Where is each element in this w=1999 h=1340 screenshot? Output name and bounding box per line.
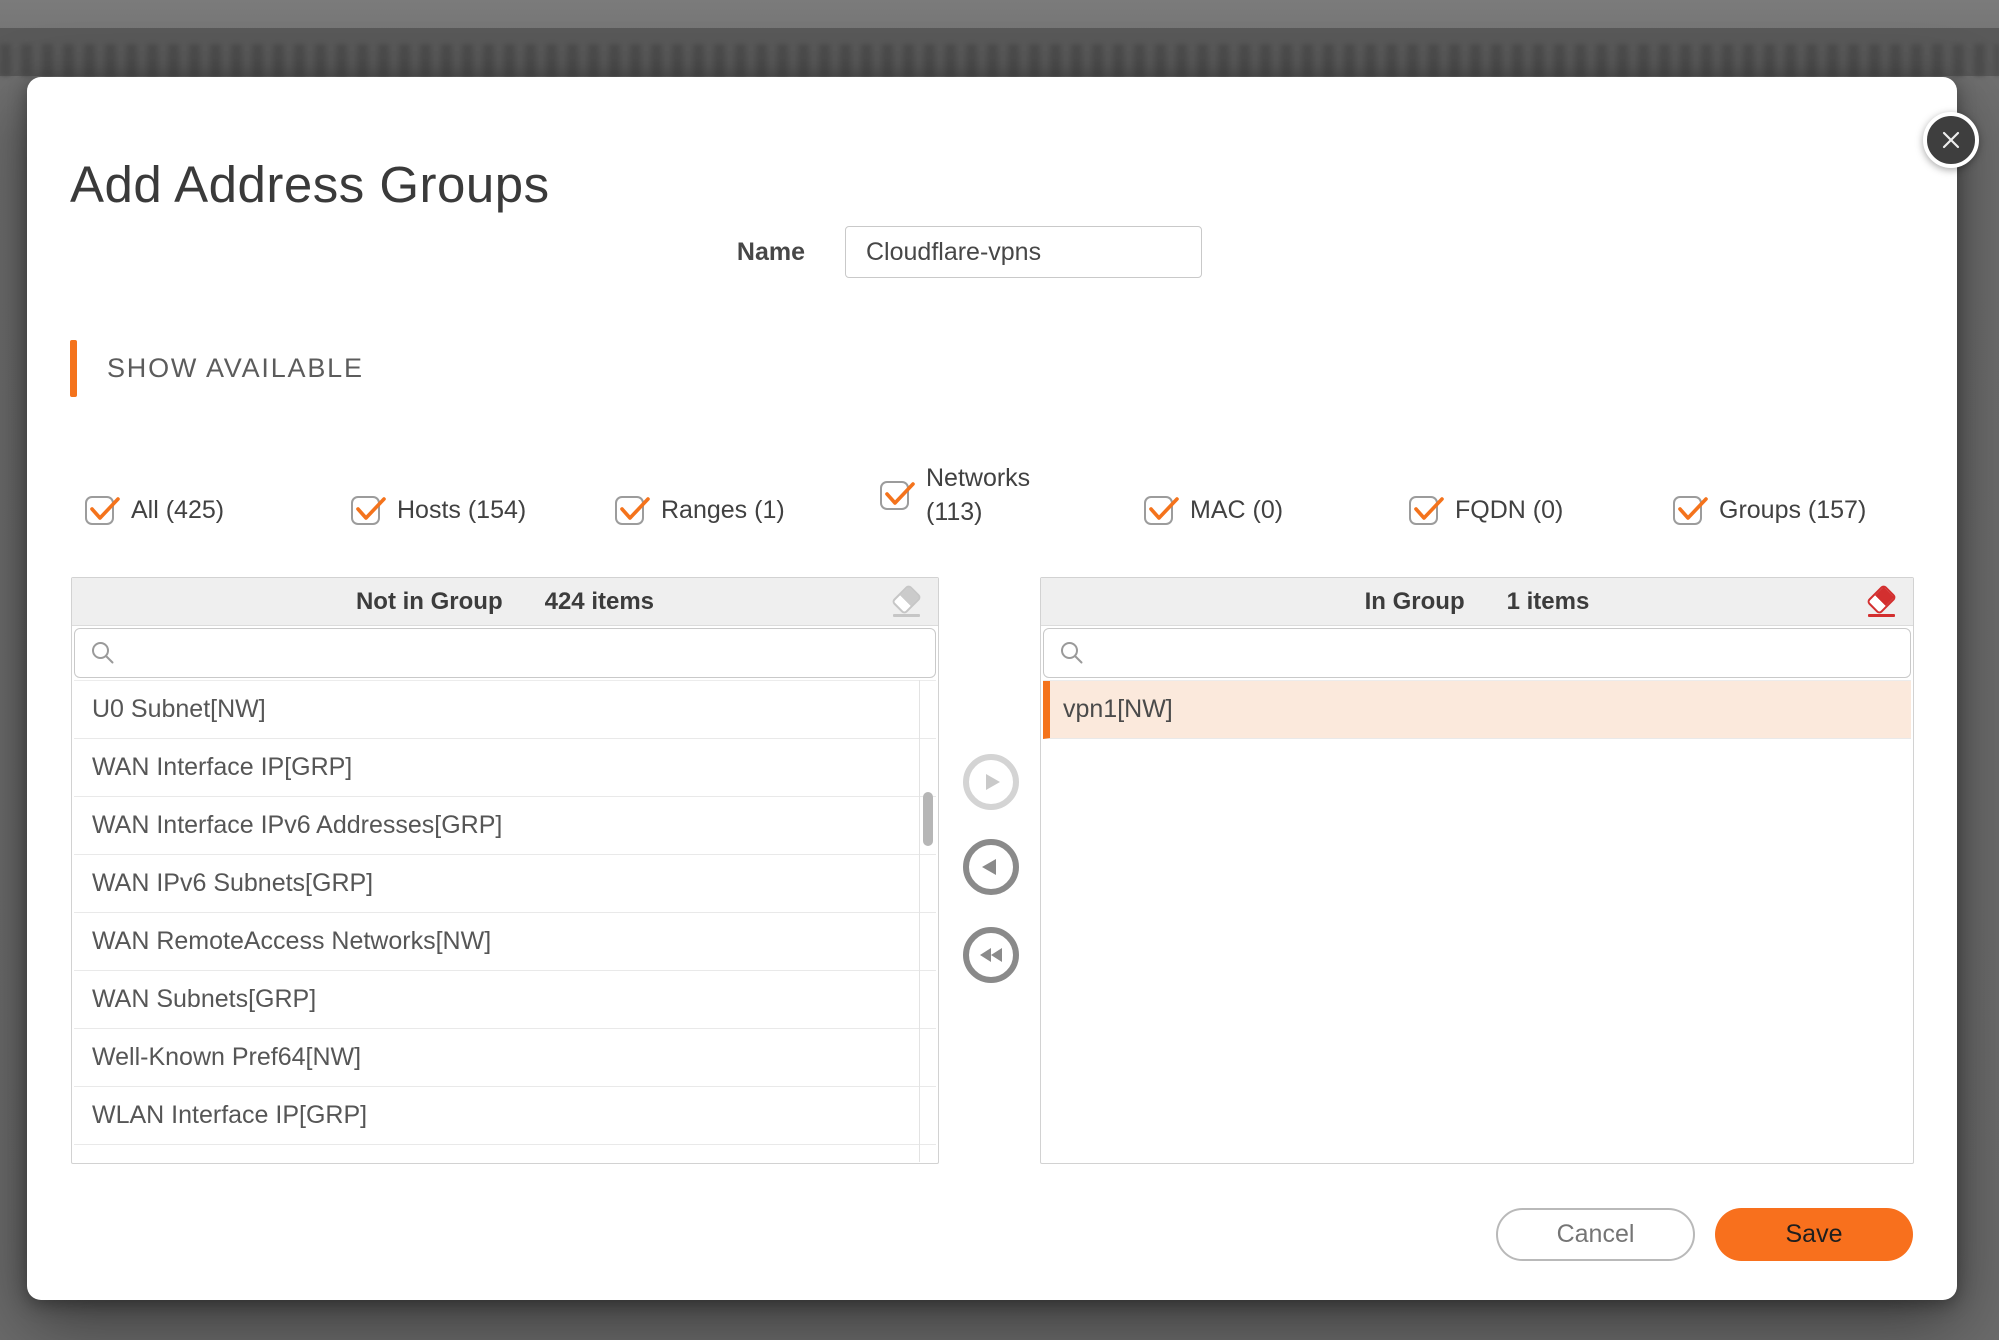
list-item-label: WAN IPv6 Subnets[GRP] <box>92 869 373 898</box>
remove-from-group-button[interactable] <box>963 839 1019 895</box>
checkbox-checked-icon[interactable] <box>1144 496 1173 525</box>
add-address-groups-dialog: Add Address Groups Name SHOW AVAILABLE A… <box>27 77 1957 1300</box>
clear-group-button[interactable] <box>1861 582 1901 622</box>
checkbox-checked-icon[interactable] <box>351 496 380 525</box>
not-in-group-header: Not in Group 424 items <box>72 578 938 626</box>
search-icon <box>1059 640 1085 666</box>
list-item[interactable]: WLAN Interface IP[GRP] <box>74 1087 936 1145</box>
check-icon <box>353 494 390 525</box>
filter-label: Networks (113) <box>926 461 1042 529</box>
checkbox-checked-icon[interactable] <box>880 481 909 510</box>
panel-title: Not in Group <box>356 588 503 616</box>
filter-label: MAC (0) <box>1190 496 1283 525</box>
check-icon <box>1675 494 1712 525</box>
panel-item-count: 424 items <box>545 588 654 616</box>
search-input[interactable] <box>74 628 936 678</box>
checkbox-checked-icon[interactable] <box>615 496 644 525</box>
check-icon <box>87 494 124 525</box>
filter-checkbox-item[interactable]: Hosts (154) <box>351 482 526 538</box>
background-blurred-tabs <box>0 44 1999 76</box>
in-group-list: vpn1[NW] <box>1043 680 1911 1162</box>
eraser-underline <box>893 614 920 617</box>
list-item[interactable]: vpn1[NW] <box>1043 681 1911 739</box>
name-label: Name <box>645 238 805 267</box>
cancel-button[interactable]: Cancel <box>1496 1208 1695 1261</box>
check-icon <box>1146 494 1183 525</box>
list-item[interactable]: WAN Interface IP[GRP] <box>74 739 936 797</box>
list-item[interactable]: WAN IPv6 Subnets[GRP] <box>74 855 936 913</box>
filter-checkbox-item[interactable]: Ranges (1) <box>615 482 785 538</box>
remove-all-from-group-button[interactable] <box>963 927 1019 983</box>
list-item[interactable]: WAN Interface IPv6 Addresses[GRP] <box>74 797 936 855</box>
move-to-group-button[interactable] <box>963 754 1019 810</box>
eraser-underline <box>1868 614 1895 617</box>
check-icon <box>617 494 654 525</box>
double-arrow-left-icon <box>977 943 1005 967</box>
checkbox-checked-icon[interactable] <box>85 496 114 525</box>
list-item-label: WAN Interface IP[GRP] <box>92 753 352 782</box>
filter-label: All (425) <box>131 496 224 525</box>
list-item[interactable]: WAN Subnets[GRP] <box>74 971 936 1029</box>
dialog-title: Add Address Groups <box>70 157 550 213</box>
save-button[interactable]: Save <box>1715 1208 1913 1261</box>
show-available-section-header: SHOW AVAILABLE <box>70 340 364 397</box>
in-group-header: In Group 1 items <box>1041 578 1913 626</box>
check-icon <box>882 479 919 510</box>
accent-bar <box>70 340 77 397</box>
list-item-label: vpn1[NW] <box>1063 695 1173 724</box>
name-input[interactable] <box>845 226 1202 278</box>
list-item[interactable]: Well-Known Pref64[NW] <box>74 1029 936 1087</box>
list-item-label: WAN Interface IPv6 Addresses[GRP] <box>92 811 502 840</box>
search-icon <box>90 640 116 666</box>
in-group-panel: In Group 1 items vpn1[NW] <box>1040 577 1914 1164</box>
filter-checkbox-item[interactable]: FQDN (0) <box>1409 482 1563 538</box>
checkbox-checked-icon[interactable] <box>1673 496 1702 525</box>
clear-selection-button[interactable] <box>886 582 926 622</box>
in-group-search <box>1043 628 1911 678</box>
not-in-group-list: U0 Subnet[NW] WAN Interface IP[GRP] WAN … <box>74 680 936 1162</box>
list-item[interactable]: U0 Subnet[NW] <box>74 681 936 739</box>
section-label: SHOW AVAILABLE <box>107 353 364 384</box>
filter-checkbox-item[interactable]: Networks (113) <box>880 449 1042 541</box>
close-button[interactable] <box>1923 112 1979 168</box>
filter-label: FQDN (0) <box>1455 496 1563 525</box>
list-item-label: U0 Subnet[NW] <box>92 695 266 724</box>
filter-checkbox-item[interactable]: Groups (157) <box>1673 482 1866 538</box>
list-item-label: WAN Subnets[GRP] <box>92 985 316 1014</box>
panel-item-count: 1 items <box>1507 588 1590 616</box>
not-in-group-search <box>74 628 936 678</box>
filter-checkbox-item[interactable]: MAC (0) <box>1144 482 1283 538</box>
filter-label: Ranges (1) <box>661 496 785 525</box>
list-item-label: Well-Known Pref64[NW] <box>92 1043 361 1072</box>
eraser-icon <box>890 584 921 615</box>
filter-label: Groups (157) <box>1719 496 1866 525</box>
filter-checkbox-item[interactable]: All (425) <box>85 482 224 538</box>
scrollbar-thumb[interactable] <box>923 792 933 846</box>
list-item-label: WLAN Interface IP[GRP] <box>92 1101 367 1130</box>
check-icon <box>1411 494 1448 525</box>
panel-title: In Group <box>1365 588 1465 616</box>
filter-label: Hosts (154) <box>397 496 526 525</box>
list-item[interactable]: WAN RemoteAccess Networks[NW] <box>74 913 936 971</box>
close-icon <box>1940 129 1962 151</box>
list-item-label: WAN RemoteAccess Networks[NW] <box>92 927 491 956</box>
not-in-group-panel: Not in Group 424 items U0 Subnet[NW] WAN… <box>71 577 939 1164</box>
arrow-right-icon <box>979 770 1003 794</box>
checkbox-checked-icon[interactable] <box>1409 496 1438 525</box>
arrow-left-icon <box>979 855 1003 879</box>
search-input[interactable] <box>1043 628 1911 678</box>
eraser-red-icon <box>1865 584 1896 615</box>
